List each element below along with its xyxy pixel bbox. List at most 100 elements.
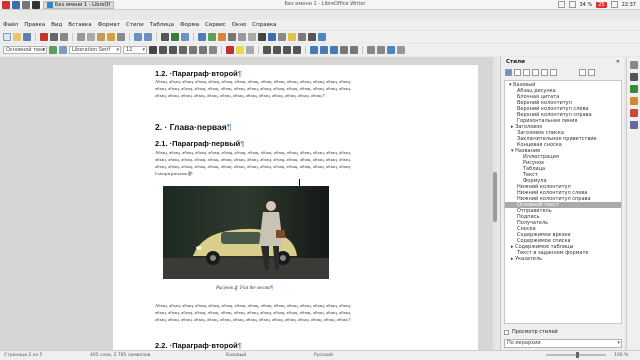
navigator-icon[interactable] xyxy=(630,109,638,117)
sidebar-close-icon[interactable]: ✕ xyxy=(616,59,620,65)
terminal-icon[interactable] xyxy=(32,0,40,9)
status-words[interactable]: 405 слов, 2 785 символов xyxy=(90,353,150,358)
properties-icon[interactable] xyxy=(630,73,638,81)
font-name-combo[interactable]: Liberation Serif xyxy=(69,46,121,54)
menu-tools[interactable]: Сервис xyxy=(205,22,226,28)
character-styles-icon[interactable] xyxy=(514,69,521,76)
heading-chapter-2[interactable]: 2. · Глава·первая¶ xyxy=(155,122,231,132)
line-icon[interactable] xyxy=(308,33,316,41)
subscript-icon[interactable] xyxy=(199,46,207,54)
status-zoom[interactable]: 100 % xyxy=(614,353,628,358)
line-spacing-icon[interactable] xyxy=(377,46,385,54)
comment-icon[interactable] xyxy=(288,33,296,41)
menu-styles[interactable]: Стили xyxy=(126,22,144,28)
menu-view[interactable]: Вид xyxy=(51,22,62,28)
fill-format-icon[interactable] xyxy=(579,69,586,76)
bluetooth-icon[interactable] xyxy=(557,1,565,8)
network-icon[interactable] xyxy=(568,1,576,8)
zoom-slider-knob[interactable] xyxy=(576,352,579,358)
font-size-combo[interactable]: 12 xyxy=(123,46,147,54)
style-item[interactable]: ▸ Указатель xyxy=(505,256,621,262)
font-color-icon[interactable] xyxy=(226,46,234,54)
bold-icon[interactable] xyxy=(149,46,157,54)
volume-icon[interactable] xyxy=(610,1,618,8)
status-page-style[interactable]: Базовый xyxy=(226,353,246,358)
battery-label[interactable]: 34 % xyxy=(580,2,593,8)
copy-icon[interactable] xyxy=(87,33,95,41)
zoom-slider[interactable] xyxy=(546,352,606,358)
highlight-icon[interactable] xyxy=(236,46,244,54)
menu-form[interactable]: Форма xyxy=(180,22,199,28)
files-icon[interactable] xyxy=(22,0,30,9)
paragraph-bg-icon[interactable] xyxy=(387,46,395,54)
new-style-from-selection-icon[interactable] xyxy=(588,69,595,76)
insert-field-icon[interactable] xyxy=(248,33,256,41)
sidebar-menu-icon[interactable] xyxy=(630,61,638,69)
special-character-icon[interactable] xyxy=(258,33,266,41)
clone-formatting-icon[interactable] xyxy=(107,33,115,41)
export-pdf-icon[interactable] xyxy=(40,33,48,41)
paragraph-spacing-icon[interactable] xyxy=(367,46,375,54)
document-vertical-scrollbar[interactable] xyxy=(493,57,497,350)
table-styles-icon[interactable] xyxy=(550,69,557,76)
menu-insert[interactable]: Вставка xyxy=(68,22,91,28)
print-preview-icon[interactable] xyxy=(60,33,68,41)
preview-checkbox[interactable] xyxy=(504,329,509,335)
cut-icon[interactable] xyxy=(77,33,85,41)
align-center-icon[interactable] xyxy=(273,46,281,54)
shapes-icon[interactable] xyxy=(318,33,326,41)
redo-icon[interactable] xyxy=(144,33,152,41)
status-language[interactable]: Русский xyxy=(314,353,333,358)
figure-caption[interactable]: Рисунок 2: Fiat the second¶ xyxy=(216,286,273,291)
preview-styles-toggle[interactable]: Просмотр стилей xyxy=(504,329,558,335)
find-replace-icon[interactable] xyxy=(161,33,169,41)
bullets-icon[interactable] xyxy=(310,46,318,54)
open-icon[interactable] xyxy=(13,33,21,41)
insert-table-icon[interactable] xyxy=(198,33,206,41)
update-style-icon[interactable] xyxy=(49,46,57,54)
insert-chart-icon[interactable] xyxy=(218,33,226,41)
menu-edit[interactable]: Правка xyxy=(24,22,45,28)
figure-image[interactable] xyxy=(163,186,329,279)
save-icon[interactable] xyxy=(23,33,31,41)
underline-icon[interactable] xyxy=(169,46,177,54)
new-document-icon[interactable] xyxy=(3,33,11,41)
hyperlink-icon[interactable] xyxy=(268,33,276,41)
indent-decrease-icon[interactable] xyxy=(350,46,358,54)
browser-icon[interactable] xyxy=(12,0,20,9)
align-justify-icon[interactable] xyxy=(293,46,301,54)
menu-file[interactable]: Файл xyxy=(3,22,18,28)
page-styles-icon[interactable] xyxy=(532,69,539,76)
menu-format[interactable]: Формат xyxy=(98,22,120,28)
document-area[interactable]: 1.2. ·Параграф·второй¶ Абзац, абзац, абз… xyxy=(0,57,497,355)
paragraph-bottom[interactable]: Абзац, абзац, абзац, абзац, абзац, абзац… xyxy=(155,302,351,323)
numbering-icon[interactable] xyxy=(320,46,328,54)
heading-2-1[interactable]: 2.1. ·Параграф·первый¶ xyxy=(155,139,244,148)
char-bg-icon[interactable] xyxy=(246,46,254,54)
style-filter-select[interactable]: По иерархии xyxy=(504,339,622,348)
paragraph-styles-icon[interactable] xyxy=(505,69,512,76)
spellcheck-icon[interactable] xyxy=(171,33,179,41)
formatting-marks-icon[interactable] xyxy=(181,33,189,41)
track-changes-icon[interactable] xyxy=(298,33,306,41)
align-left-icon[interactable] xyxy=(263,46,271,54)
app-menu-icon[interactable] xyxy=(2,0,10,9)
insert-textbox-icon[interactable] xyxy=(228,33,236,41)
superscript-icon[interactable] xyxy=(189,46,197,54)
heading-2-2[interactable]: 2.2. ·Параграф·второй¶ xyxy=(155,341,242,350)
menu-table[interactable]: Таблица xyxy=(150,22,174,28)
print-icon[interactable] xyxy=(50,33,58,41)
strikethrough-icon[interactable] xyxy=(179,46,187,54)
italic-icon[interactable] xyxy=(159,46,167,54)
insert-page-break-icon[interactable] xyxy=(238,33,246,41)
footnote-icon[interactable] xyxy=(278,33,286,41)
outline-icon[interactable] xyxy=(330,46,338,54)
frame-styles-icon[interactable] xyxy=(523,69,530,76)
heading-1-2[interactable]: 1.2. ·Параграф·второй¶ xyxy=(155,69,242,78)
clock[interactable]: 22:37 xyxy=(622,2,636,8)
paragraph-top[interactable]: Абзац, абзац, абзац, абзац, абзац, абзац… xyxy=(155,78,351,99)
document-page[interactable]: 1.2. ·Параграф·второй¶ Абзац, абзац, абз… xyxy=(113,65,478,355)
new-style-icon[interactable] xyxy=(59,46,67,54)
paste-icon[interactable] xyxy=(97,33,105,41)
paragraph-style-combo[interactable]: Основной текс xyxy=(3,46,47,54)
